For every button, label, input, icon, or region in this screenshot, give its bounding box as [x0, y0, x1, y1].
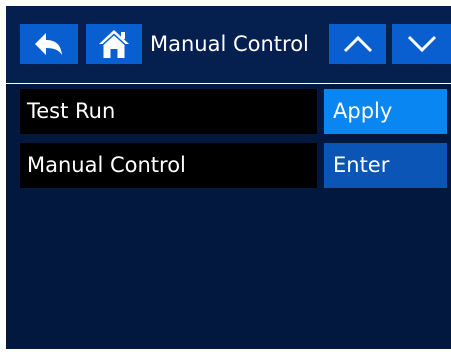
scroll-down-button[interactable]	[392, 24, 451, 64]
home-button[interactable]	[86, 24, 142, 64]
header-bar: Manual Control	[6, 6, 451, 83]
control-screen: Manual Control Test Run Apply Manual Con…	[6, 6, 451, 349]
back-button[interactable]	[20, 24, 78, 64]
enter-button[interactable]: Enter	[324, 143, 447, 188]
home-icon	[99, 30, 129, 58]
chevron-down-icon	[407, 35, 436, 53]
scroll-up-button[interactable]	[329, 24, 386, 64]
header-divider	[6, 83, 451, 84]
page-title: Manual Control	[150, 32, 309, 56]
chevron-up-icon	[343, 35, 372, 53]
apply-button[interactable]: Apply	[324, 89, 447, 134]
back-arrow-icon	[35, 33, 62, 55]
manual-control-label: Manual Control	[20, 143, 317, 188]
test-run-label: Test Run	[20, 89, 317, 134]
